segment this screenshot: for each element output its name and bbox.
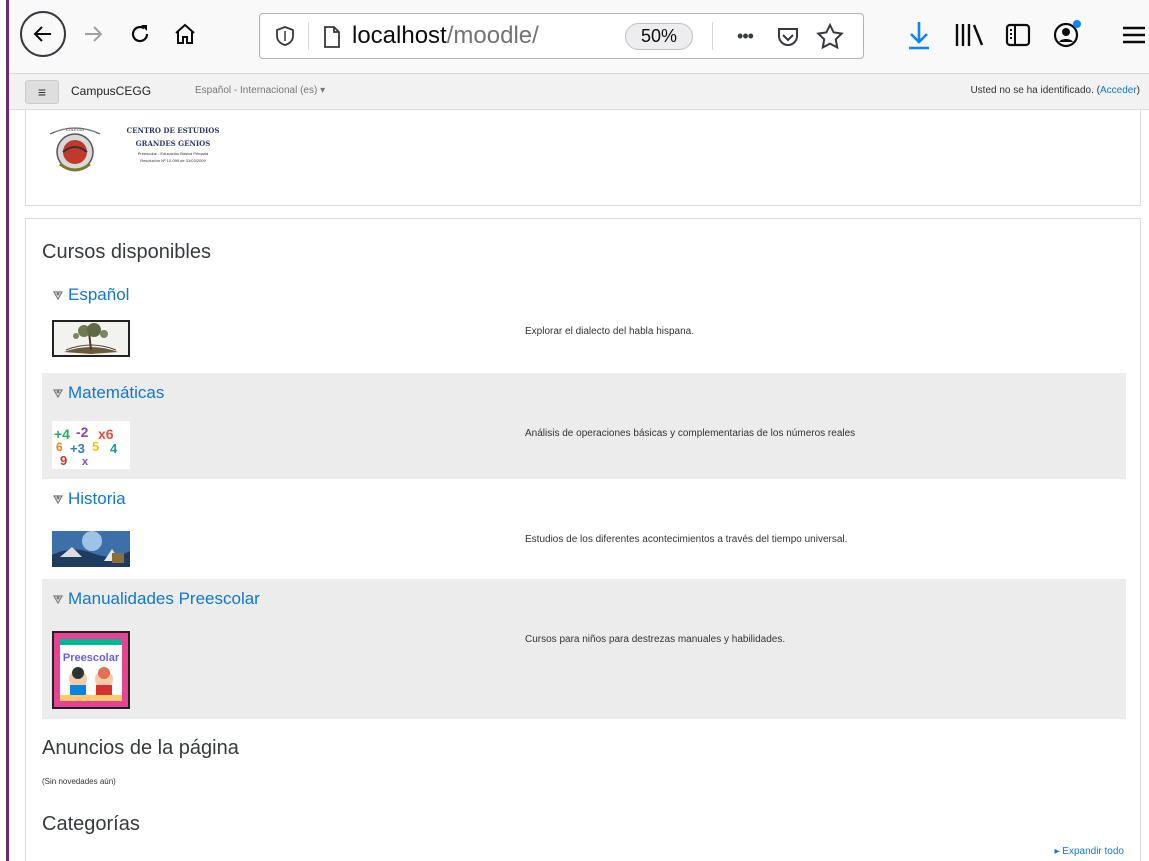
reload-icon (131, 25, 149, 43)
course-name: Manualidades Preescolar (68, 589, 260, 608)
hamburger-menu-icon[interactable] (1119, 20, 1149, 50)
math-digit: 9 (60, 453, 67, 468)
school-name-logo: CENTRO DE ESTUDIOS GRANDES GENIOS Preesc… (108, 126, 238, 163)
courses-heading: Cursos disponibles (42, 241, 211, 263)
course-bullet-icon (52, 495, 64, 505)
math-digit: +3 (70, 441, 85, 456)
course-item: Manualidades Preescolar Preescolar Curso… (42, 579, 1126, 719)
url-text[interactable]: localhost/moodle/ (352, 22, 539, 50)
course-summary: Explorar el dialecto del habla hispana. (525, 326, 694, 337)
school-seal-logo: COLEGIO (46, 120, 104, 176)
back-button[interactable] (20, 11, 66, 57)
math-digit: 4 (110, 441, 118, 456)
math-digit: x6 (98, 426, 114, 442)
page-header: COLEGIO CENTRO DE ESTUDIOS GRANDES GENIO… (25, 110, 1141, 206)
login-info: Usted no se ha identificado. (Acceder) (970, 85, 1140, 96)
course-bullet-icon (52, 595, 64, 605)
course-summary: Análisis de operaciones básicas y comple… (525, 428, 856, 439)
seal-text: COLEGIO (66, 127, 84, 132)
preescolar-label: Preescolar (63, 652, 120, 664)
page-icon[interactable] (322, 25, 342, 49)
course-link-manualidades[interactable]: Manualidades Preescolar (52, 589, 260, 609)
shield-icon[interactable] (274, 25, 296, 47)
course-image-matematicas[interactable]: +4 -2 x6 6 +3 5 4 9 x (52, 421, 130, 469)
home-icon (175, 23, 195, 44)
url-host: localhost (352, 22, 447, 49)
logo-line-1: CENTRO DE ESTUDIOS (126, 126, 220, 135)
no-news-text: (Sin novedades aún) (42, 777, 116, 786)
site-brand-link[interactable]: CampusCEGG (71, 84, 151, 98)
sidebar-icon[interactable] (1002, 20, 1034, 50)
arrow-right-icon (85, 26, 103, 42)
account-icon[interactable] (1049, 16, 1085, 52)
reload-button[interactable] (124, 18, 156, 50)
url-separator (308, 22, 309, 50)
login-link[interactable]: Acceder (1100, 85, 1137, 96)
library-icon[interactable] (952, 20, 986, 50)
login-status-text: Usted no se ha identificado. ( (970, 85, 1100, 96)
main-content: Cursos disponibles Español Explorar el d… (25, 218, 1141, 861)
math-digit: x (82, 456, 89, 468)
browser-toolbar: localhost/moodle/ 50% ••• (9, 0, 1149, 74)
course-item: Historia Estudios de los diferentes acon… (42, 479, 1126, 579)
course-summary: Estudios de los diferentes acontecimient… (525, 534, 848, 545)
language-selector[interactable]: Español - Internacional (es) ▾ (195, 85, 325, 96)
url-path: /moodle/ (446, 22, 539, 49)
nav-drawer-toggle[interactable]: ≡ (25, 80, 59, 104)
address-bar[interactable]: localhost/moodle/ 50% ••• (259, 13, 864, 59)
course-item: Español Explorar el dialecto del habla h… (42, 275, 1126, 371)
bookmark-star-icon[interactable] (815, 22, 845, 52)
course-name: Español (68, 285, 130, 304)
logo-line-4: Resolución Nº 10-099 de 31/03/2009 (140, 158, 206, 163)
math-digit: -2 (76, 424, 89, 440)
categories-heading: Categorías (42, 813, 140, 835)
logo-line-2: GRANDES GENIOS (135, 139, 211, 148)
course-bullet-icon (52, 389, 64, 399)
course-summary: Cursos para niños para destrezas manuale… (525, 634, 786, 645)
forward-button[interactable] (77, 18, 109, 50)
course-link-espanol[interactable]: Español (52, 285, 129, 305)
arrow-left-icon (33, 26, 51, 42)
math-digit: 5 (92, 439, 99, 454)
expand-all-link[interactable]: ▸ Expandir todo (1054, 846, 1124, 857)
url-separator-2 (712, 22, 713, 50)
login-close-paren: ) (1136, 85, 1140, 96)
page-actions-button[interactable]: ••• (730, 22, 760, 50)
course-item: Matemáticas +4 -2 x6 6 +3 5 4 9 x Anális… (42, 373, 1126, 479)
download-icon[interactable] (904, 18, 934, 52)
course-bullet-icon (52, 291, 64, 301)
course-image-manualidades[interactable]: Preescolar (52, 631, 130, 709)
logo-line-3: Preescolar - Educación Básica Primaria (137, 151, 209, 156)
course-name: Historia (68, 489, 126, 508)
course-image-espanol[interactable] (52, 320, 130, 357)
course-link-matematicas[interactable]: Matemáticas (52, 383, 164, 403)
course-name: Matemáticas (68, 383, 165, 402)
home-button[interactable] (169, 18, 201, 50)
window-edge (0, 0, 9, 861)
course-image-historia[interactable] (52, 531, 130, 567)
course-link-historia[interactable]: Historia (52, 489, 126, 509)
zoom-level-button[interactable]: 50% (625, 23, 693, 50)
moodle-navbar: ≡ CampusCEGG Español - Internacional (es… (9, 74, 1149, 110)
math-digit: 6 (56, 440, 63, 454)
news-heading: Anuncios de la página (42, 737, 239, 759)
pocket-icon[interactable] (775, 24, 801, 50)
